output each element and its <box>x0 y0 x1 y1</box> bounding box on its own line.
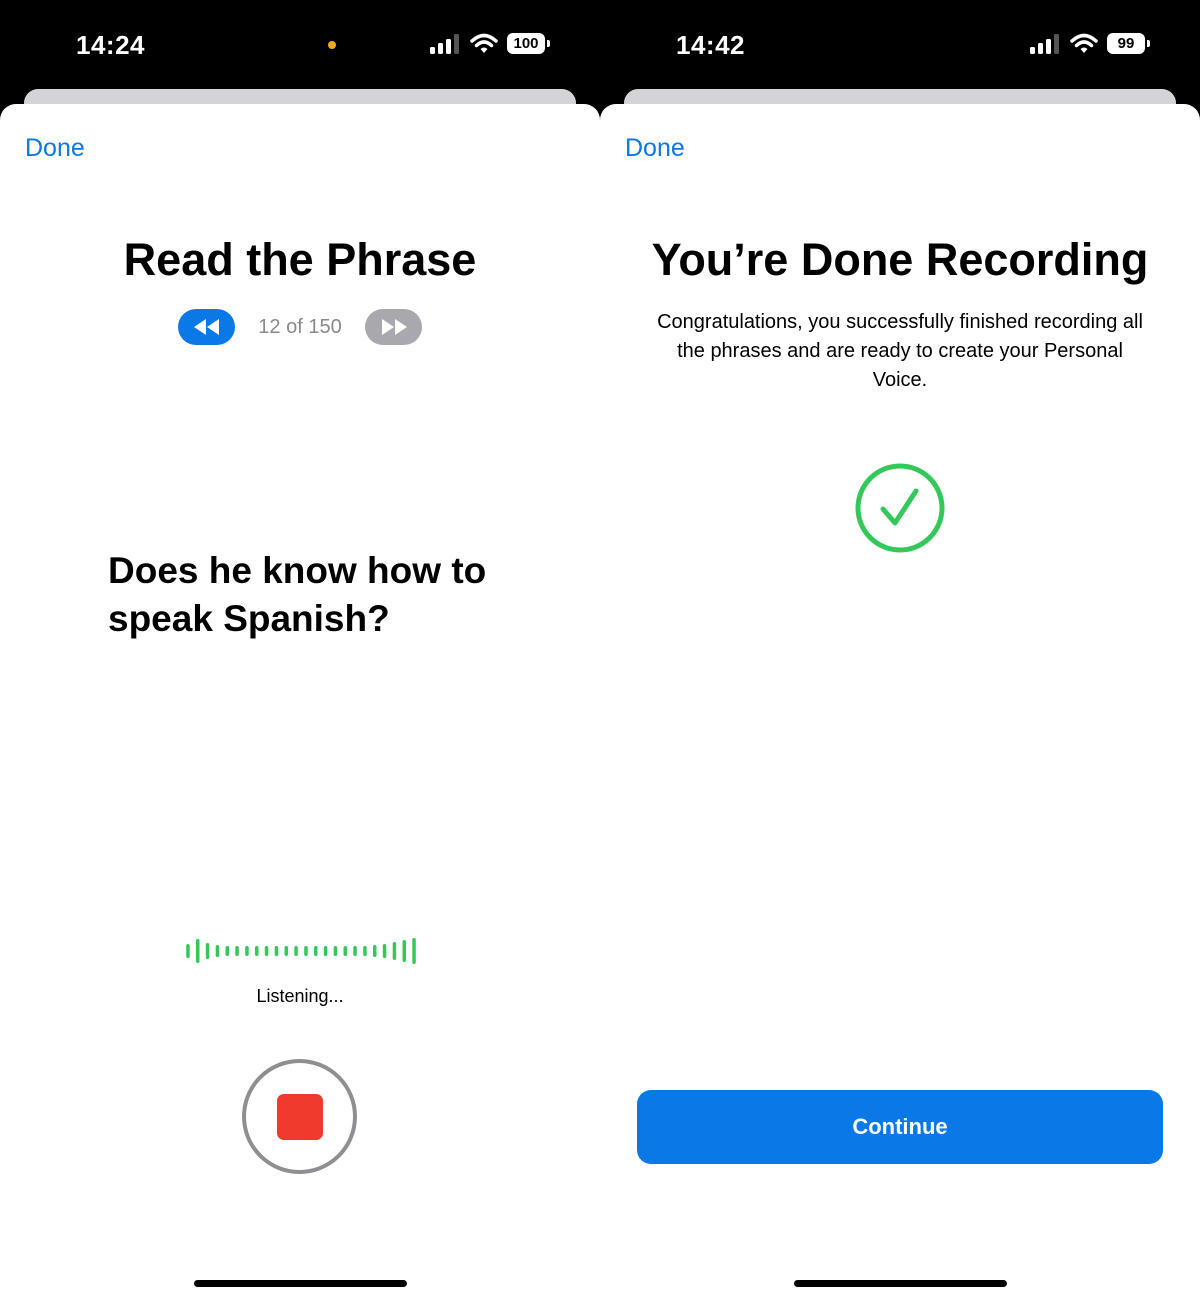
battery-icon: 100 <box>507 33 550 54</box>
waveform-bar <box>186 944 190 958</box>
waveform-bar <box>343 946 347 956</box>
screenshot-stage: 14:24 100 Done Read the Phrase 12 of 150… <box>0 0 1200 1301</box>
status-time: 14:42 <box>676 30 745 60</box>
waveform-bar <box>363 946 367 956</box>
done-sheet: Done You’re Done Recording Congratulatio… <box>600 104 1200 1301</box>
continue-button[interactable]: Continue <box>637 1090 1163 1164</box>
home-indicator <box>794 1280 1007 1287</box>
waveform-bar <box>382 944 387 958</box>
listening-status: Listening... <box>256 986 344 1006</box>
waveform-bar <box>235 946 239 956</box>
checkmark-circle-icon <box>855 463 945 553</box>
status-time: 14:24 <box>76 30 145 60</box>
recording-sheet: Done Read the Phrase 12 of 150 Does he k… <box>0 104 600 1301</box>
done-button[interactable]: Done <box>625 134 685 163</box>
stop-icon <box>276 1093 323 1140</box>
waveform-bar <box>353 946 357 956</box>
status-bar: 14:42 99 <box>600 0 1200 90</box>
completion-description: Congratulations, you successfully finish… <box>657 311 1143 391</box>
waveform-bar <box>196 939 200 963</box>
waveform-bar <box>284 946 288 956</box>
stop-recording-button[interactable] <box>242 1059 357 1174</box>
waveform-bar <box>412 938 416 964</box>
waveform-bar <box>373 945 377 957</box>
waveform-bar <box>255 946 259 956</box>
waveform-bar <box>402 940 406 962</box>
phone-recording: 14:24 100 Done Read the Phrase 12 of 150… <box>0 0 600 1301</box>
previous-phrase-button[interactable] <box>178 309 235 345</box>
audio-waveform <box>186 938 416 964</box>
fast-forward-icon <box>381 319 407 335</box>
waveform-bar <box>264 946 269 956</box>
phrase-counter: 12 of 150 <box>258 316 342 338</box>
phrase-pager: 12 of 150 <box>0 309 600 345</box>
done-button[interactable]: Done <box>25 134 85 163</box>
cellular-signal-icon <box>1030 34 1059 54</box>
waveform-bar <box>392 942 397 960</box>
waveform-bar <box>205 943 210 959</box>
cellular-signal-icon <box>430 34 459 54</box>
wifi-icon <box>470 33 498 53</box>
page-title: You’re Done Recording <box>651 234 1149 285</box>
page-title: Read the Phrase <box>123 234 477 285</box>
waveform-bar <box>323 946 328 956</box>
status-bar: 14:24 100 <box>0 0 600 90</box>
rewind-icon <box>193 319 219 335</box>
waveform-bar <box>314 946 318 956</box>
waveform-bar <box>215 945 220 957</box>
phone-done: 14:42 99 Done You’re Done Recording Cong… <box>600 0 1200 1301</box>
waveform-bar <box>274 946 279 956</box>
waveform-bar <box>225 946 229 956</box>
phrase-text: Does he know how to speak Spanish? <box>108 550 487 639</box>
waveform-bar <box>245 946 249 956</box>
waveform-bar <box>333 946 338 956</box>
waveform-bar <box>304 946 308 956</box>
wifi-icon <box>1070 33 1098 53</box>
microphone-in-use-indicator <box>328 41 336 49</box>
waveform-bar <box>294 946 298 956</box>
next-phrase-button[interactable] <box>365 309 422 345</box>
home-indicator <box>194 1280 407 1287</box>
battery-icon: 99 <box>1107 33 1150 54</box>
